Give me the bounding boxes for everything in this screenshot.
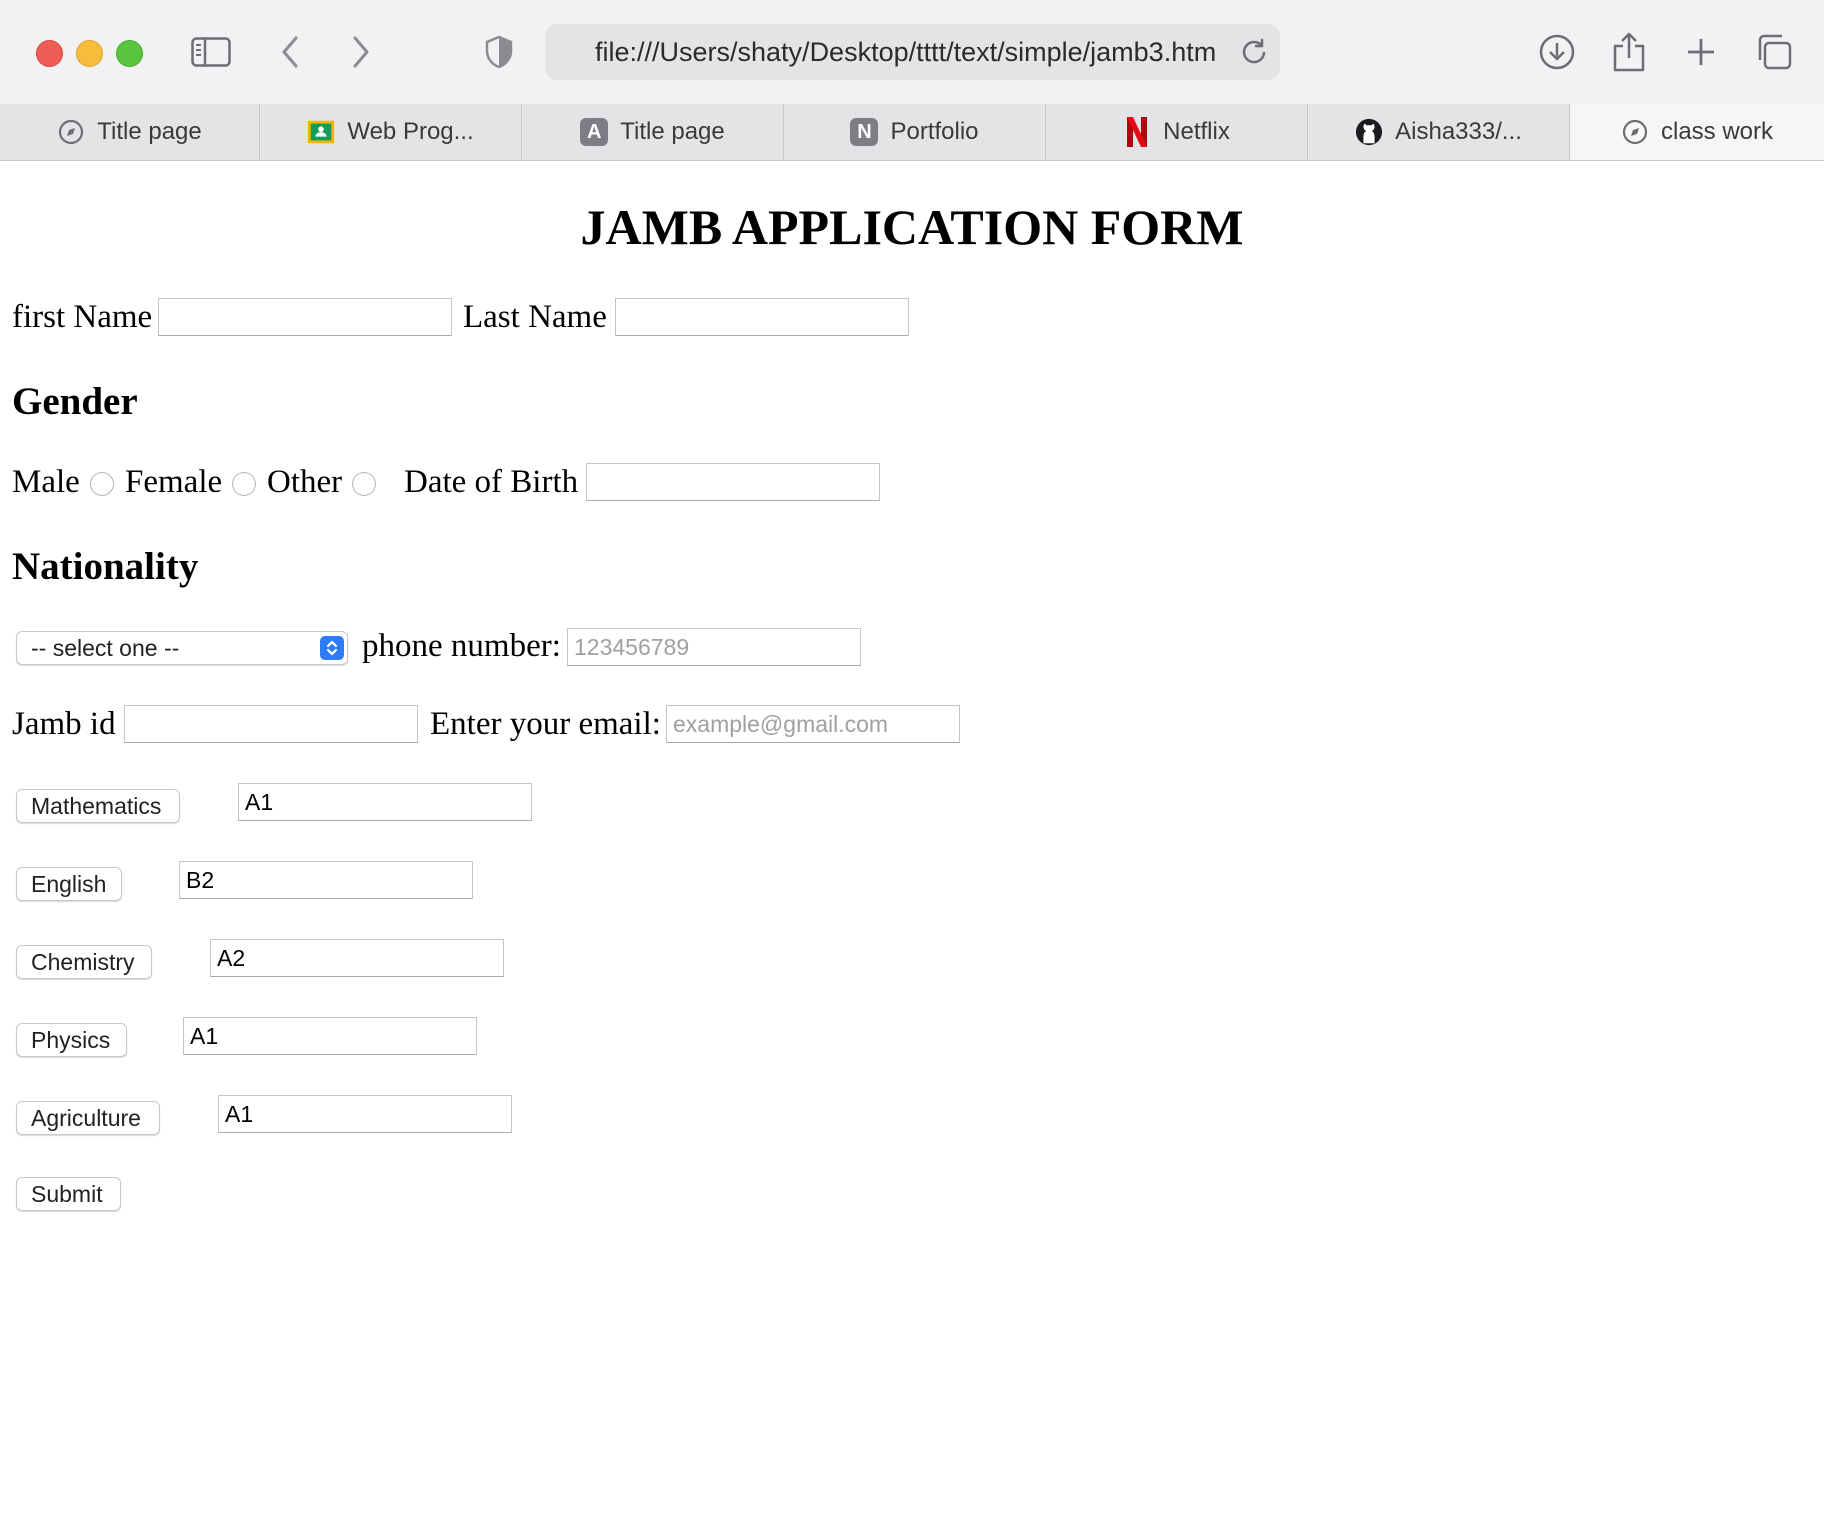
subject-grade-input-agriculture[interactable] — [218, 1095, 512, 1133]
select-arrows-icon — [320, 636, 344, 660]
subject-button-chemistry[interactable]: Chemistry — [16, 945, 152, 979]
tab-overview-icon[interactable] — [1752, 30, 1796, 74]
tab-label: class work — [1660, 118, 1774, 145]
tab-label: Title page — [620, 118, 725, 145]
compass-icon — [1621, 118, 1649, 146]
compass-icon — [57, 118, 85, 146]
letter-n-icon: N — [850, 118, 879, 146]
sidebar-toggle-icon[interactable] — [189, 30, 233, 74]
tab-title-page-2[interactable]: A Title page — [522, 104, 784, 160]
letter-a-icon: A — [580, 118, 609, 146]
zoom-window-button[interactable] — [116, 40, 143, 67]
downloads-icon[interactable] — [1535, 30, 1579, 74]
forward-chevron-icon[interactable] — [339, 30, 383, 74]
nationality-select[interactable]: -- select one -- — [16, 631, 348, 665]
minimize-window-button[interactable] — [76, 40, 103, 67]
jamb-id-label: Jamb id — [12, 706, 116, 742]
page-title: JAMB APPLICATION FORM — [580, 199, 1244, 255]
subject-grade-input-chemistry[interactable] — [210, 939, 504, 977]
email-label: Enter your email: — [430, 706, 661, 742]
back-chevron-icon[interactable] — [268, 30, 312, 74]
email-input[interactable] — [666, 705, 960, 743]
reload-icon[interactable] — [1240, 38, 1268, 71]
tab-github[interactable]: Aisha333/... — [1308, 104, 1570, 160]
tab-bar: Title page Web Prog... A Title page N Po… — [0, 104, 1824, 161]
google-classroom-icon — [307, 118, 335, 146]
gender-heading: Gender — [12, 380, 138, 423]
address-bar[interactable]: file:///Users/shaty/Desktop/tttt/text/si… — [545, 24, 1280, 80]
last-name-input[interactable] — [615, 298, 909, 336]
tab-netflix[interactable]: Netflix — [1046, 104, 1308, 160]
browser-toolbar: file:///Users/shaty/Desktop/tttt/text/si… — [0, 0, 1824, 105]
gender-female-radio[interactable] — [232, 472, 256, 496]
privacy-shield-icon[interactable] — [477, 30, 521, 74]
tab-class-work[interactable]: class work — [1570, 104, 1824, 160]
close-window-button[interactable] — [36, 40, 63, 67]
submit-button[interactable]: Submit — [16, 1177, 121, 1211]
tab-web-prog[interactable]: Web Prog... — [260, 104, 522, 160]
jamb-id-input[interactable] — [124, 705, 418, 743]
subject-grade-input-physics[interactable] — [183, 1017, 477, 1055]
gender-other-radio[interactable] — [352, 472, 376, 496]
date-of-birth-label: Date of Birth — [404, 464, 579, 500]
first-name-input[interactable] — [158, 298, 452, 336]
new-tab-plus-icon[interactable] — [1679, 30, 1723, 74]
subject-grade-input-mathematics[interactable] — [238, 783, 532, 821]
share-icon[interactable] — [1607, 30, 1651, 74]
phone-number-input[interactable] — [567, 628, 861, 666]
tab-label: Portfolio — [890, 118, 979, 145]
tab-label: Title page — [97, 118, 202, 145]
tab-label: Web Prog... — [347, 118, 474, 145]
nationality-selected-value: -- select one -- — [31, 635, 180, 661]
subject-button-physics[interactable]: Physics — [16, 1023, 127, 1057]
gender-male-label: Male — [12, 464, 80, 500]
netflix-icon — [1123, 117, 1151, 147]
last-name-label: Last Name — [463, 299, 607, 335]
subject-grade-input-english[interactable] — [179, 861, 473, 899]
tab-portfolio[interactable]: N Portfolio — [784, 104, 1046, 160]
tab-label: Netflix — [1163, 118, 1230, 145]
first-name-label: first Name — [12, 299, 153, 335]
subject-button-agriculture[interactable]: Agriculture — [16, 1101, 160, 1135]
date-of-birth-input[interactable] — [586, 463, 880, 501]
gender-other-label: Other — [267, 464, 343, 500]
tab-label: Aisha333/... — [1395, 118, 1522, 145]
subject-button-english[interactable]: English — [16, 867, 122, 901]
url-text[interactable]: file:///Users/shaty/Desktop/tttt/text/si… — [595, 24, 1215, 80]
phone-number-label: phone number: — [362, 628, 561, 664]
subject-button-mathematics[interactable]: Mathematics — [16, 789, 180, 823]
tab-title-page[interactable]: Title page — [0, 104, 260, 160]
nationality-heading: Nationality — [12, 545, 199, 588]
github-icon — [1355, 118, 1383, 146]
gender-male-radio[interactable] — [90, 472, 114, 496]
gender-female-label: Female — [125, 464, 223, 500]
